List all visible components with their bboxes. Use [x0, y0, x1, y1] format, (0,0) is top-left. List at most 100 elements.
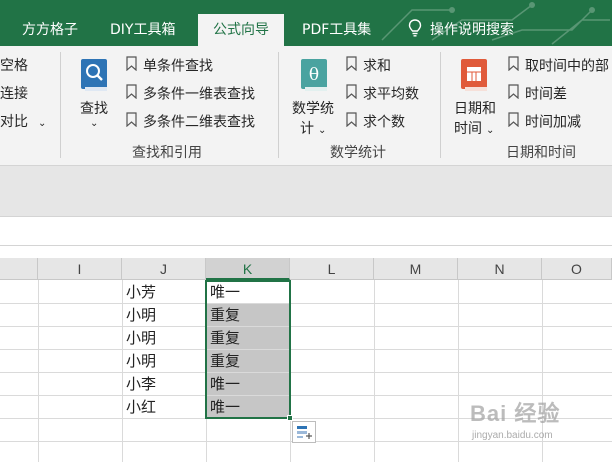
gridline: [0, 349, 612, 350]
menu-sum[interactable]: 求和: [346, 56, 391, 76]
item-label: 求个数: [363, 114, 405, 131]
bookmark-icon: [126, 112, 137, 133]
cell-j2[interactable]: 小明: [122, 304, 206, 326]
column-header-i[interactable]: I: [38, 258, 122, 280]
date-time-button[interactable]: 日期和: [454, 98, 496, 118]
chevron-down-icon: ⌄: [486, 125, 495, 136]
item-label: 时间差: [525, 86, 567, 103]
group-label-datetime: 日期和时间: [506, 145, 576, 161]
item-label: 多条件一维表查找: [143, 86, 255, 103]
gridline: [290, 280, 291, 462]
item-label: 连接: [0, 86, 28, 102]
bookmark-icon: [126, 84, 137, 105]
column-header-m[interactable]: M: [374, 258, 458, 280]
ribbon-item-space[interactable]: 空格: [0, 56, 28, 76]
column-header-o[interactable]: O: [542, 258, 612, 280]
cell-k1-active[interactable]: 唯一: [206, 281, 290, 303]
cell-k5[interactable]: 唯一: [206, 373, 290, 395]
quick-analysis-icon[interactable]: [292, 421, 316, 443]
button-label: 查找: [80, 101, 108, 117]
menu-average[interactable]: 求平均数: [346, 84, 419, 104]
button-label: 时间: [454, 121, 482, 137]
bookmark-icon: [346, 56, 357, 77]
tab-label: 操作说明搜索: [430, 22, 514, 38]
cell-k6[interactable]: 唯一: [206, 396, 290, 418]
tab-label: DIY工具箱: [110, 22, 176, 38]
bookmark-icon: [346, 112, 357, 133]
gridline: [458, 280, 459, 462]
gridline: [38, 280, 39, 462]
item-label: 时间加减: [525, 114, 581, 131]
menu-count[interactable]: 求个数: [346, 112, 405, 132]
bookmark-icon: [508, 84, 519, 105]
formula-bar[interactable]: [0, 216, 612, 246]
tab-diy-toolbox[interactable]: DIY工具箱: [100, 14, 185, 46]
baidu-jingyan-watermark: Bai 经验 jingyan.baidu.com: [470, 396, 610, 458]
ribbon-item-compare[interactable]: 对比 ⌄: [0, 112, 46, 132]
cell-k3[interactable]: 重复: [206, 327, 290, 349]
bookmark-icon: [508, 56, 519, 77]
calendar-icon: [460, 58, 490, 96]
column-header-k[interactable]: K: [206, 258, 290, 280]
group-label-math: 数学统计: [330, 145, 386, 161]
chevron-down-icon: ⌄: [90, 118, 99, 129]
menu-multi-condition-1d-lookup[interactable]: 多条件一维表查找: [126, 84, 255, 104]
book-search-icon: [80, 58, 110, 96]
button-label: 数学统: [292, 101, 334, 117]
date-time-button-line2: 时间 ⌄: [454, 118, 494, 138]
menu-multi-condition-2d-lookup[interactable]: 多条件二维表查找: [126, 112, 255, 132]
theta-book-icon: θ: [300, 58, 330, 96]
cell-j4[interactable]: 小明: [122, 350, 206, 372]
svg-text:θ: θ: [309, 65, 319, 85]
item-label: 对比: [0, 114, 28, 130]
item-label: 求和: [363, 58, 391, 75]
watermark-brand: Bai 经验: [470, 401, 561, 426]
row-header-corner: [0, 258, 38, 280]
column-header-j[interactable]: J: [122, 258, 206, 280]
math-stats-button[interactable]: 数学统: [292, 98, 334, 118]
group-label-lookup: 查找和引用: [132, 145, 202, 161]
item-label: 单条件查找: [143, 58, 213, 75]
chevron-down-icon: ⌄: [318, 125, 327, 136]
ribbon-item-join[interactable]: 连接: [0, 84, 28, 104]
column-header-n[interactable]: N: [458, 258, 542, 280]
column-header-l[interactable]: L: [290, 258, 374, 280]
cell-j5[interactable]: 小李: [122, 373, 206, 395]
tab-pdf-tools[interactable]: PDF工具集: [292, 14, 381, 46]
menu-single-condition-lookup[interactable]: 单条件查找: [126, 56, 213, 76]
cell-j6[interactable]: 小红: [122, 396, 206, 418]
button-label: 日期和: [454, 101, 496, 117]
item-label: 取时间中的部: [525, 58, 609, 75]
cell-j3[interactable]: 小明: [122, 327, 206, 349]
item-label: 空格: [0, 58, 28, 74]
chevron-down-icon: ⌄: [38, 118, 47, 129]
group-separator: [440, 52, 441, 158]
menu-extract-time-part[interactable]: 取时间中的部: [508, 56, 609, 76]
gridline: [374, 280, 375, 462]
gridline: [0, 303, 612, 304]
group-separator: [60, 52, 61, 158]
tab-label: 方方格子: [22, 22, 78, 38]
gridline: [0, 372, 612, 373]
tell-me-search[interactable]: 操作说明搜索: [398, 14, 524, 46]
ribbon-panel: 空格 连接 对比 ⌄ 查找 ⌄ 单条件查找 多条件一维表查找 多条件二维表查找 查…: [0, 46, 612, 166]
ribbon-tab-bar: 方方格子 DIY工具箱 公式向导 PDF工具集 操作说明搜索: [0, 0, 612, 46]
group-separator: [278, 52, 279, 158]
lightbulb-icon: [408, 14, 422, 46]
cell-j1[interactable]: 小芳: [122, 281, 206, 303]
bookmark-icon: [126, 56, 137, 77]
gridline: [0, 326, 612, 327]
tab-label: PDF工具集: [302, 22, 372, 38]
bookmark-icon: [508, 112, 519, 133]
menu-time-difference[interactable]: 时间差: [508, 84, 567, 104]
menu-time-add-subtract[interactable]: 时间加减: [508, 112, 581, 132]
lookup-button[interactable]: 查找: [80, 98, 108, 118]
cell-k2[interactable]: 重复: [206, 304, 290, 326]
tab-fangfang[interactable]: 方方格子: [12, 14, 88, 46]
tab-formula-wizard[interactable]: 公式向导: [198, 14, 284, 46]
item-label: 多条件二维表查找: [143, 114, 255, 131]
cell-k4[interactable]: 重复: [206, 350, 290, 372]
tab-label: 公式向导: [213, 22, 269, 38]
watermark-url: jingyan.baidu.com: [472, 430, 553, 441]
button-label: 计: [300, 121, 314, 137]
